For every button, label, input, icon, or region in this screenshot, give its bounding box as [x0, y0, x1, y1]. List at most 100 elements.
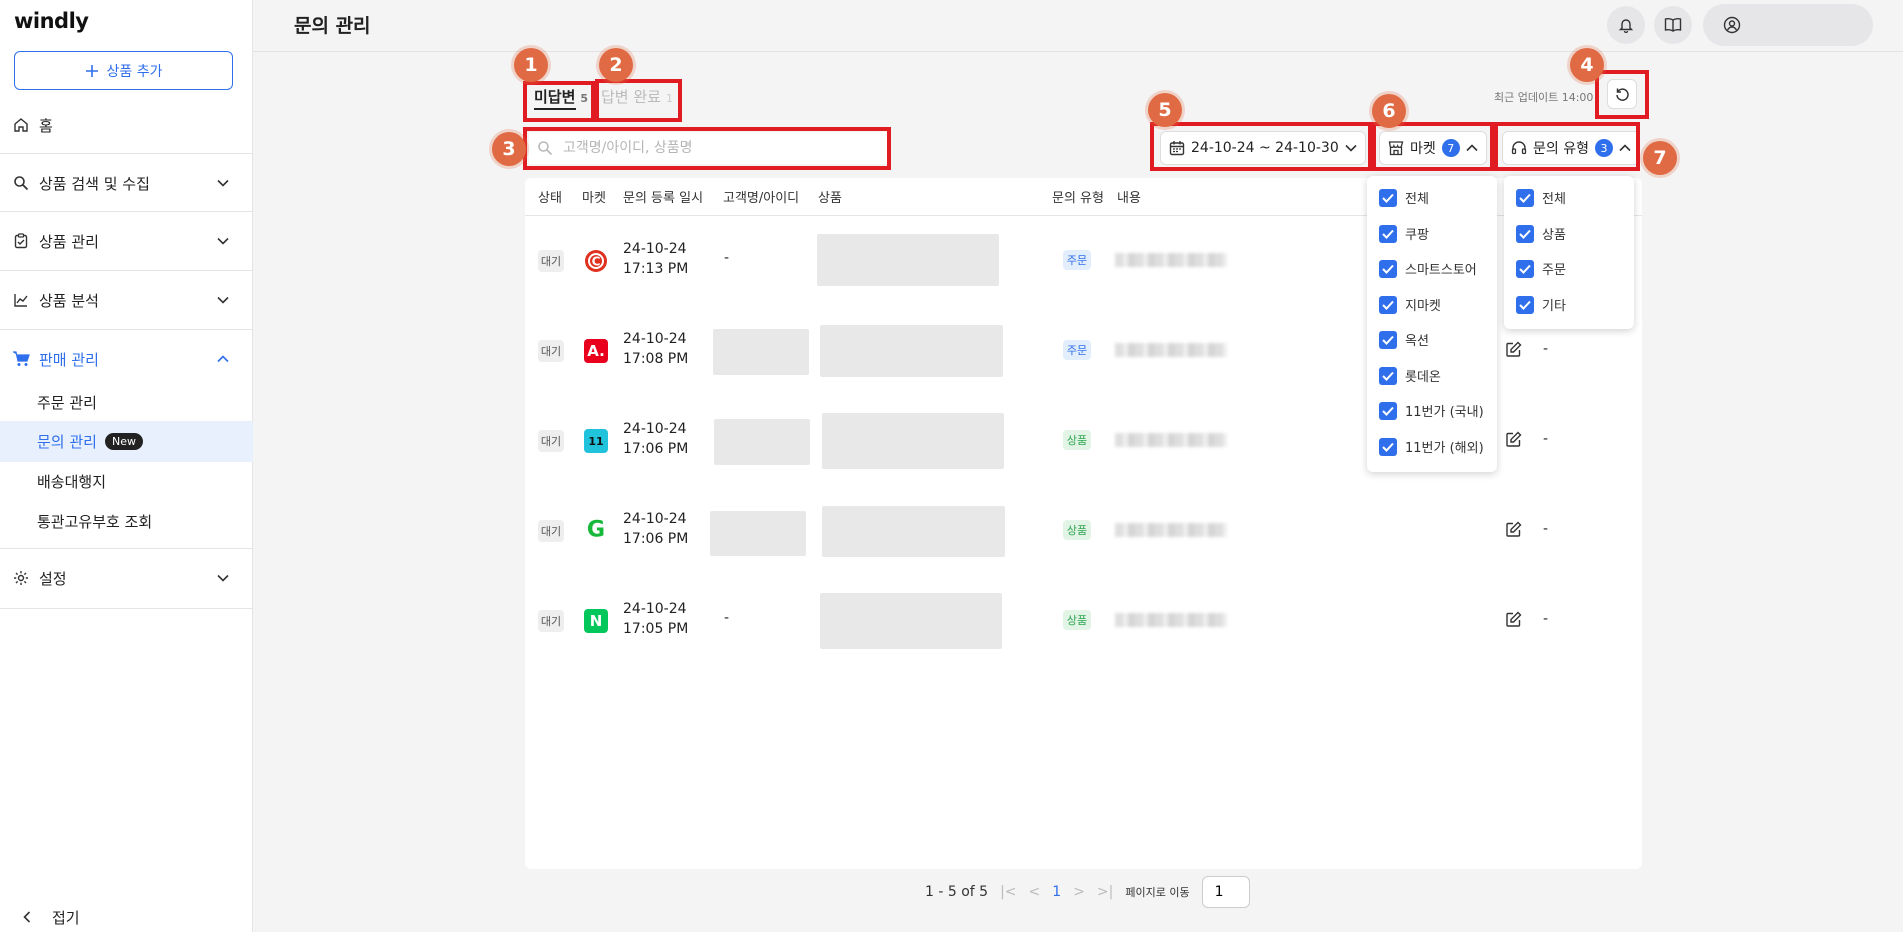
column-header-content: 내용 — [1117, 191, 1141, 206]
answer-cell: - — [1543, 611, 1549, 627]
sidebar-item-product-search[interactable]: 상품 검색 및 수집 — [0, 171, 253, 195]
market-option-coupang[interactable]: 쿠팡 — [1379, 224, 1429, 243]
market-option-11st-domestic[interactable]: 11번가 (국내) — [1379, 401, 1484, 420]
table-row[interactable]: 대기 G 24-10-24 17:06 PM 상품 - — [525, 486, 1642, 576]
sidebar-item-home[interactable]: 홈 — [0, 114, 253, 136]
top-header: 문의 관리 — [253, 0, 1903, 52]
chevron-down-icon — [217, 237, 229, 245]
date-cell: 24-10-24 17:08 PM — [623, 329, 688, 369]
type-option-etc[interactable]: 기타 — [1516, 295, 1566, 314]
inquiry-type-filter-label: 문의 유형 — [1533, 141, 1589, 157]
tab-answered[interactable]: 답변 완료 1 — [601, 86, 673, 107]
chevron-down-icon — [217, 574, 229, 582]
sidebar-subitem-customs-code[interactable]: 통관고유부호 조회 — [0, 509, 253, 533]
date-text: 24-10-24 — [623, 331, 687, 347]
store-icon — [1388, 140, 1404, 156]
guide-button[interactable] — [1654, 6, 1692, 44]
edit-answer-button[interactable] — [1505, 521, 1522, 538]
sidebar-subitem-forwarding[interactable]: 배송대행지 — [0, 469, 253, 493]
market-option-gmarket[interactable]: 지마켓 — [1379, 295, 1441, 314]
time-text: 17:13 PM — [623, 261, 689, 277]
type-option-order[interactable]: 주문 — [1516, 259, 1566, 278]
checkbox-checked-icon — [1379, 259, 1397, 278]
sidebar-divider — [0, 548, 253, 549]
edit-answer-button[interactable] — [1505, 611, 1522, 628]
next-page-icon[interactable]: > — [1073, 884, 1085, 900]
home-icon — [12, 116, 30, 134]
sidebar-item-label: 판매 관리 — [39, 350, 99, 369]
sidebar-item-product-analysis[interactable]: 상품 분석 — [0, 288, 253, 312]
search-field[interactable] — [529, 132, 887, 164]
refresh-icon — [1615, 87, 1630, 102]
type-badge: 상품 — [1063, 520, 1091, 540]
sidebar-item-settings[interactable]: 설정 — [0, 566, 253, 590]
status-badge: 대기 — [538, 520, 564, 542]
sidebar-collapse-button[interactable]: 접기 — [0, 906, 253, 928]
status-badge: 대기 — [538, 250, 564, 272]
option-label: 스마트스토어 — [1405, 263, 1477, 278]
option-label: 지마켓 — [1405, 299, 1441, 314]
inquiry-type-filter[interactable]: 문의 유형 3 — [1502, 131, 1640, 165]
refresh-button[interactable] — [1607, 79, 1637, 109]
market-option-smartstore[interactable]: 스마트스토어 — [1379, 259, 1477, 278]
line-chart-icon — [12, 291, 30, 309]
product-cell-redacted — [817, 234, 999, 286]
user-menu[interactable] — [1703, 4, 1873, 46]
book-icon — [1664, 17, 1682, 33]
option-label: 11번가 (해외) — [1405, 441, 1484, 456]
sidebar-divider — [0, 608, 253, 609]
app-logo[interactable]: windly — [14, 9, 89, 33]
chevron-up-icon — [1619, 144, 1631, 152]
market-option-all[interactable]: 전체 — [1379, 188, 1429, 207]
checkbox-checked-icon — [1379, 188, 1397, 207]
checkbox-checked-icon — [1516, 224, 1534, 243]
type-badge: 주문 — [1063, 250, 1091, 270]
market-filter[interactable]: 마켓 7 — [1379, 131, 1487, 165]
notification-button[interactable] — [1607, 6, 1645, 44]
prev-page-icon[interactable]: < — [1029, 884, 1041, 900]
edit-answer-button[interactable] — [1505, 431, 1522, 448]
calendar-icon — [1169, 140, 1185, 156]
goto-page-input[interactable] — [1201, 876, 1250, 908]
table-row[interactable]: 대기 N 24-10-24 17:05 PM - 상품 - — [525, 576, 1642, 666]
market-option-auction[interactable]: 옥션 — [1379, 330, 1429, 349]
sidebar-subitem-label: 문의 관리 — [37, 433, 97, 451]
sidebar-item-label: 상품 관리 — [39, 232, 99, 251]
chevron-down-icon — [217, 179, 229, 187]
column-header-product: 상품 — [818, 191, 842, 206]
date-cell: 24-10-24 17:06 PM — [623, 509, 688, 549]
checkbox-checked-icon — [1516, 295, 1534, 314]
checkbox-checked-icon — [1516, 259, 1534, 278]
option-label: 전체 — [1405, 192, 1429, 207]
type-option-all[interactable]: 전체 — [1516, 188, 1566, 207]
first-page-icon[interactable]: |< — [1000, 884, 1016, 900]
market-option-lotteon[interactable]: 롯데온 — [1379, 366, 1441, 385]
tab-unanswered[interactable]: 미답변 5 — [534, 86, 588, 110]
last-page-icon[interactable]: >| — [1097, 884, 1113, 900]
market-option-11st-global[interactable]: 11번가 (해외) — [1379, 437, 1484, 456]
chevron-up-icon — [217, 355, 229, 363]
edit-answer-button[interactable] — [1505, 341, 1522, 358]
sidebar-subitem-order-management[interactable]: 주문 관리 — [0, 390, 253, 414]
option-label: 쿠팡 — [1405, 228, 1429, 243]
customer-cell: - — [724, 610, 730, 626]
page-number-current[interactable]: 1 — [1052, 884, 1061, 900]
content-cell-redacted — [1115, 343, 1227, 357]
page-title: 문의 관리 — [294, 15, 371, 37]
sidebar-item-sales-management[interactable]: 판매 관리 — [0, 347, 253, 371]
gear-icon — [12, 569, 30, 587]
add-product-button[interactable]: 상품 추가 — [14, 51, 233, 90]
coupang-logo: C — [584, 249, 608, 273]
inquiry-type-count-badge: 3 — [1594, 139, 1613, 157]
date-range-filter[interactable]: 24-10-24 ~ 24-10-30 — [1160, 131, 1366, 165]
sidebar-item-product-management[interactable]: 상품 관리 — [0, 229, 253, 253]
market-logo-text: G — [587, 516, 605, 542]
sidebar-subitem-label: 배송대행지 — [37, 472, 107, 491]
search-input[interactable] — [563, 140, 863, 156]
type-option-product[interactable]: 상품 — [1516, 224, 1566, 243]
sidebar-subitem-inquiry-management[interactable]: 문의 관리 New — [0, 421, 253, 462]
market-logo-text: C — [592, 255, 601, 269]
sidebar-divider — [0, 329, 253, 330]
market-filter-label: 마켓 — [1410, 141, 1436, 157]
type-badge: 상품 — [1063, 610, 1091, 630]
